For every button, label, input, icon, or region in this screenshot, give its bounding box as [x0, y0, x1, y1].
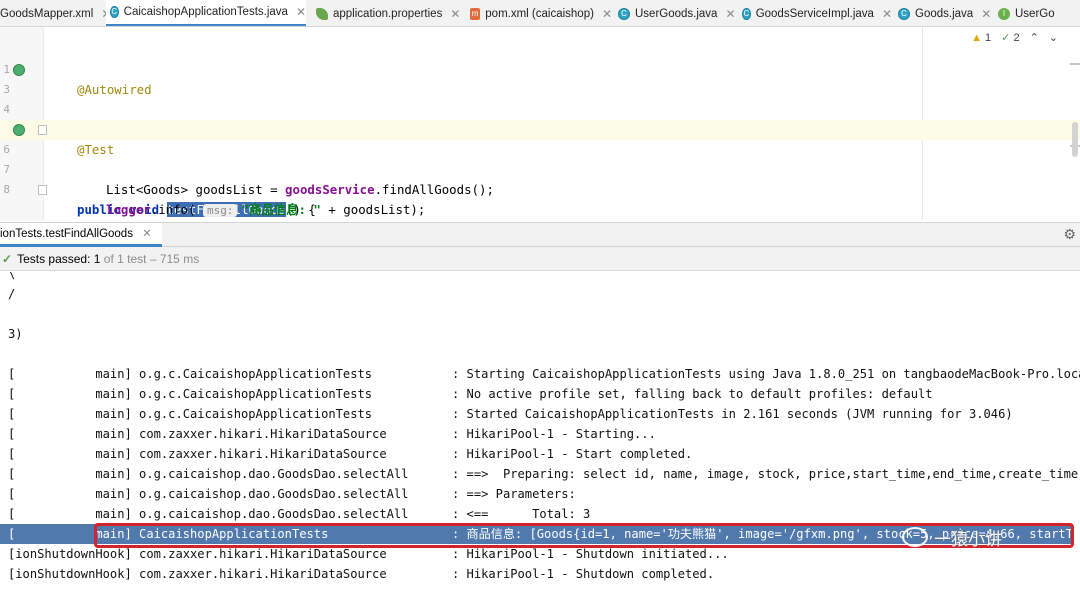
code-line[interactable]: 8 logger.info( msg: "商品信息: " + goodsList)… — [0, 160, 1080, 217]
run-test-gutter-icon[interactable] — [13, 124, 25, 136]
run-tool-window-header: ionTests.testFindAllGoods ✕ ⚙ — [0, 222, 1080, 247]
run-tab-label: ionTests.testFindAllGoods — [0, 228, 133, 240]
console-line: \ — [8, 272, 16, 281]
tab-caicaishop-application-tests[interactable]: C CaicaishopApplicationTests.java ✕ — [106, 0, 306, 26]
code-line[interactable]: 7 List<Goods> goodsList = goodsService.f… — [0, 140, 1080, 197]
wechat-icon — [902, 527, 928, 547]
watermark: 一猿小讲 — [902, 526, 1002, 550]
console-line: [ main] o.g.caicaishop.dao.GoodsDao.sele… — [8, 467, 1080, 481]
spring-bean-gutter-icon[interactable] — [13, 64, 25, 76]
tab-label: Goods.java — [915, 7, 974, 20]
fold-marker-icon[interactable] — [38, 185, 47, 195]
close-icon[interactable]: ✕ — [602, 7, 612, 21]
close-icon[interactable]: ✕ — [882, 7, 892, 21]
console-line: [ main] o.g.caicaishop.dao.GoodsDao.sele… — [8, 487, 576, 501]
fold-marker-icon[interactable] — [38, 125, 47, 135]
tab-label: pom.xml (caicaishop) — [485, 7, 594, 20]
tab-label: GoodsMapper.xml — [0, 7, 94, 20]
tab-label: UserGoods.java — [635, 7, 718, 20]
close-icon[interactable]: ✕ — [142, 228, 152, 240]
spring-properties-icon — [316, 7, 328, 20]
test-status-bar: ✓ Tests passed: 1 of 1 test – 715 ms — [0, 247, 1080, 271]
editor-tab-bar: GoodsMapper.xml ✕ C CaicaishopApplicatio… — [0, 0, 1080, 27]
code-line[interactable]: 4 — [0, 80, 1080, 116]
console-line: [ main] com.zaxxer.hikari.HikariDataSour… — [8, 447, 693, 461]
code-editor[interactable]: ▲ 1 ✓ 2 ⌃ ⌄ 1 @Autowired 3 private Goods… — [0, 27, 1080, 220]
tab-usergoods-interface[interactable]: I UserGo — [994, 0, 1080, 26]
java-class-icon: C — [110, 6, 119, 18]
tab-goodsmapper-xml[interactable]: GoodsMapper.xml ✕ — [0, 0, 111, 26]
maven-icon: m — [470, 7, 481, 20]
console-line: [ main] o.g.caicaishop.dao.GoodsDao.sele… — [8, 507, 591, 521]
run-tab[interactable]: ionTests.testFindAllGoods ✕ — [0, 223, 162, 247]
code-line[interactable]: 5 @Test — [0, 100, 1080, 157]
tab-application-properties[interactable]: application.properties ✕ — [312, 0, 462, 26]
console-line: [ionShutdownHook] com.zaxxer.hikari.Hika… — [8, 567, 715, 581]
console-line: [ main] o.g.c.CaicaishopApplicationTests… — [8, 367, 1080, 381]
tab-goods-java[interactable]: C Goods.java ✕ — [894, 0, 994, 26]
java-class-icon: C — [742, 7, 751, 20]
close-icon[interactable]: ✕ — [725, 7, 735, 21]
tab-pom-xml[interactable]: m pom.xml (caicaishop) ✕ — [466, 0, 612, 26]
console-line: [ main] o.g.c.CaicaishopApplicationTests… — [8, 407, 1013, 421]
console-line: [ main] com.zaxxer.hikari.HikariDataSour… — [8, 427, 656, 441]
code-line-current[interactable]: 6 public void testFindAllGoods() { — [0, 120, 1080, 217]
gear-icon[interactable]: ⚙ — [1063, 226, 1076, 243]
close-icon[interactable]: ✕ — [296, 5, 306, 19]
console-line: 3) — [8, 327, 23, 341]
code-line[interactable]: } — [0, 180, 1080, 200]
close-icon[interactable]: ✕ — [981, 7, 991, 21]
java-interface-icon: I — [998, 7, 1010, 20]
editor-scrollbar-thumb[interactable] — [1072, 122, 1078, 157]
code-line[interactable]: 3 private GoodsService goodsService; — [0, 60, 1080, 137]
tab-label: CaicaishopApplicationTests.java — [123, 6, 288, 18]
close-icon[interactable]: ✕ — [450, 7, 460, 21]
tab-usergoods-java[interactable]: C UserGoods.java ✕ — [614, 0, 736, 26]
watermark-text: 一猿小讲 — [934, 529, 1002, 550]
code-line[interactable]: 0 — [0, 200, 1080, 220]
check-icon: ✓ — [2, 252, 13, 266]
tab-label: application.properties — [333, 7, 443, 20]
console-line: / — [8, 287, 16, 301]
java-class-icon: C — [618, 7, 630, 20]
java-class-icon: C — [898, 7, 910, 20]
tab-label: GoodsServiceImpl.java — [755, 7, 874, 20]
tab-label: UserGo — [1015, 7, 1055, 20]
scroll-marker — [1070, 63, 1080, 65]
console-line: [ main] o.g.c.CaicaishopApplicationTests… — [8, 387, 933, 401]
tab-goodsserviceimpl-java[interactable]: C GoodsServiceImpl.java ✕ — [738, 0, 892, 26]
code-line[interactable]: 1 @Autowired — [0, 40, 1080, 97]
